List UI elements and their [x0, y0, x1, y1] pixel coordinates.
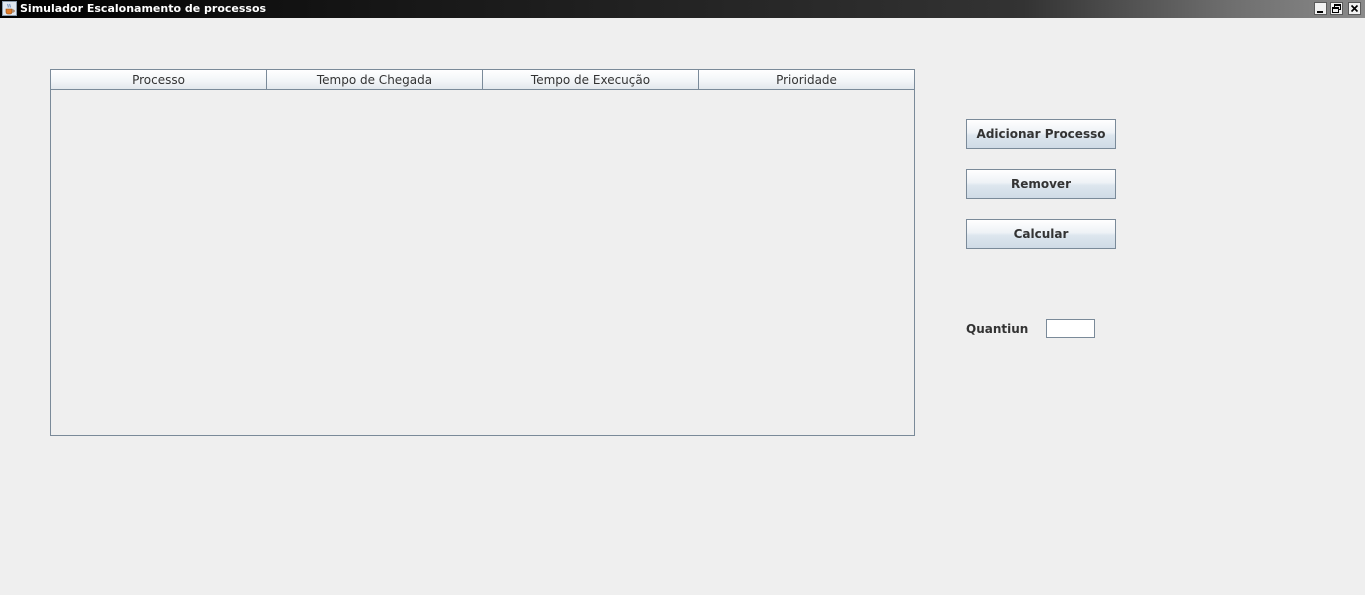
- column-header-prioridade[interactable]: Prioridade: [699, 70, 914, 89]
- add-process-button[interactable]: Adicionar Processo: [966, 119, 1116, 149]
- content-panel: Processo Tempo de Chegada Tempo de Execu…: [0, 18, 1365, 595]
- minimize-button[interactable]: [1314, 2, 1327, 15]
- quantum-input[interactable]: [1046, 319, 1095, 338]
- title-bar[interactable]: Simulador Escalonamento de processos: [0, 0, 1365, 18]
- remove-button[interactable]: Remover: [966, 169, 1116, 199]
- process-table[interactable]: Processo Tempo de Chegada Tempo de Execu…: [50, 69, 915, 436]
- close-button[interactable]: [1348, 2, 1361, 15]
- restore-icon: [1332, 4, 1341, 13]
- quantum-label: Quantiun: [966, 322, 1029, 336]
- close-icon: [1350, 4, 1359, 13]
- column-header-tempo-de-chegada[interactable]: Tempo de Chegada: [267, 70, 483, 89]
- window-title: Simulador Escalonamento de processos: [20, 2, 267, 15]
- minimize-icon: [1317, 11, 1323, 13]
- column-header-tempo-de-execucao[interactable]: Tempo de Execução: [483, 70, 699, 89]
- table-header: Processo Tempo de Chegada Tempo de Execu…: [51, 70, 914, 90]
- calculate-button[interactable]: Calcular: [966, 219, 1116, 249]
- restore-button[interactable]: [1330, 2, 1343, 15]
- column-header-processo[interactable]: Processo: [51, 70, 267, 89]
- table-body[interactable]: [51, 90, 914, 435]
- java-coffee-cup-icon[interactable]: [2, 1, 17, 16]
